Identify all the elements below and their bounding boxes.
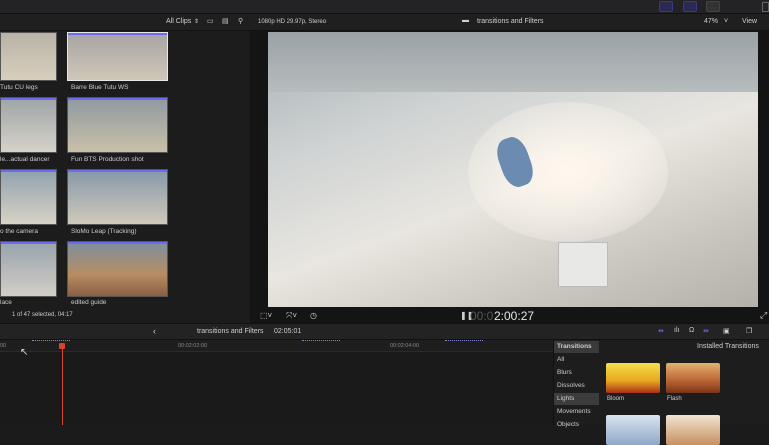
video-frame xyxy=(268,32,758,307)
clip-label: SloMo Leap (Tracking) xyxy=(71,228,137,235)
category-lights[interactable]: Lights xyxy=(554,393,599,405)
clip-label: Fun BTS Production shot xyxy=(71,156,144,163)
selection-status: 1 of 47 selected, 04:17 xyxy=(12,312,73,318)
zoom-dropdown[interactable]: 47% xyxy=(704,18,718,25)
fullscreen-icon[interactable]: ⤢ xyxy=(760,310,767,321)
installed-transitions-dropdown[interactable]: Installed Transitions xyxy=(697,343,759,350)
clips-filter-dropdown[interactable]: All Clips xyxy=(166,18,191,25)
timeline-header: ‹ transitions and Filters 02:05:01 ⇹ ılı… xyxy=(0,323,769,340)
clip-thumbnail[interactable] xyxy=(0,169,57,225)
clip-thumbnail[interactable] xyxy=(67,241,168,297)
transform-tool-icon[interactable]: ⬚˅ xyxy=(260,311,272,320)
viewer-title: transitions and Filters xyxy=(477,18,544,25)
format-info: 1080p HD 29.97p, Stereo xyxy=(258,19,327,25)
category-movements[interactable]: Movements xyxy=(554,406,599,418)
clapper-icon: ▬ xyxy=(462,17,469,24)
effects-header: Transitions xyxy=(554,341,599,353)
transition-label: Bloom xyxy=(607,396,625,402)
category-blurs[interactable]: Blurs xyxy=(554,367,599,379)
back-arrow-icon[interactable]: ‹ xyxy=(153,326,156,336)
audio-skimming-icon[interactable]: ılı xyxy=(674,327,679,334)
ruler-tick: 00:02:04:00 xyxy=(390,343,420,349)
headphones-icon[interactable]: Ω xyxy=(689,327,694,334)
title-bar xyxy=(0,0,769,14)
clip-thumbnail[interactable] xyxy=(0,32,57,81)
clip-appearance-icon[interactable]: ❐ xyxy=(746,327,752,335)
category-objects[interactable]: Objects xyxy=(554,419,599,431)
ruler-tick: 00 xyxy=(0,343,7,349)
clip-thumbnail[interactable] xyxy=(67,97,168,153)
clip-label: o the camera xyxy=(0,228,38,235)
timeline-ruler[interactable]: 00 00:02:02:00 00:02:04:00 xyxy=(0,340,553,352)
crop-tool-icon[interactable]: ⤧˅ xyxy=(286,311,297,321)
clip-label: lace xyxy=(0,299,12,306)
ruler-tick: 00:02:02:00 xyxy=(178,343,208,349)
skimming-icon[interactable]: ⇹ xyxy=(658,327,664,335)
transition-thumbnail-flash[interactable] xyxy=(666,363,720,393)
chevron-down-icon: ˅ xyxy=(724,18,729,25)
chevron-updown-icon: ⇕ xyxy=(194,19,200,25)
list-view-icon[interactable]: ▤ xyxy=(222,17,229,25)
clip-thumbnail[interactable] xyxy=(67,32,168,81)
speed-icon[interactable]: ◷ xyxy=(310,311,317,320)
libraries-toggle-button[interactable] xyxy=(659,1,673,12)
timeline-toggle-button[interactable] xyxy=(683,1,697,12)
event-browser: Tutu CU legs Barre Blue Tutu WS le...act… xyxy=(0,31,250,323)
transition-thumbnail-bloom[interactable] xyxy=(606,363,660,393)
inspector-toggle-button[interactable] xyxy=(706,1,720,12)
share-icon[interactable] xyxy=(762,2,769,12)
clip-label: le...actual dancer xyxy=(0,156,50,163)
transition-label: Flash xyxy=(667,396,682,402)
timeline-area[interactable] xyxy=(0,352,553,425)
clip-thumbnail[interactable] xyxy=(0,97,57,153)
transition-thumbnail[interactable] xyxy=(606,415,660,445)
clip-label: edited guide xyxy=(71,299,107,306)
effects-browser: Transitions All Blurs Dissolves Lights M… xyxy=(553,340,769,445)
search-icon[interactable]: ⚲ xyxy=(238,17,243,25)
mouse-cursor-icon: ↖ xyxy=(20,347,29,358)
project-name: transitions and Filters xyxy=(197,328,264,335)
filmstrip-icon[interactable]: ▭ xyxy=(207,17,214,25)
view-menu-button[interactable]: View xyxy=(742,18,757,25)
clip-label: Barre Blue Tutu WS xyxy=(71,84,129,91)
timecode-leading: 00:0 xyxy=(470,309,494,323)
snapping-icon[interactable]: ⇹ xyxy=(703,327,709,335)
effects-browser-icon[interactable]: ▣ xyxy=(723,327,730,335)
playhead-line[interactable] xyxy=(62,348,63,425)
category-all[interactable]: All xyxy=(554,354,599,366)
toolbar: All Clips ⇕ ▭ ▤ ⚲ 1080p HD 29.97p, Stere… xyxy=(0,14,769,31)
category-dissolves[interactable]: Dissolves xyxy=(554,380,599,392)
project-duration: 02:05:01 xyxy=(274,328,302,335)
clip-label: Tutu CU legs xyxy=(0,84,38,91)
clip-thumbnail[interactable] xyxy=(67,169,168,225)
clip-thumbnail[interactable] xyxy=(0,241,57,297)
timecode-display: 2:00:27 xyxy=(494,309,535,323)
transition-thumbnail[interactable] xyxy=(666,415,720,445)
